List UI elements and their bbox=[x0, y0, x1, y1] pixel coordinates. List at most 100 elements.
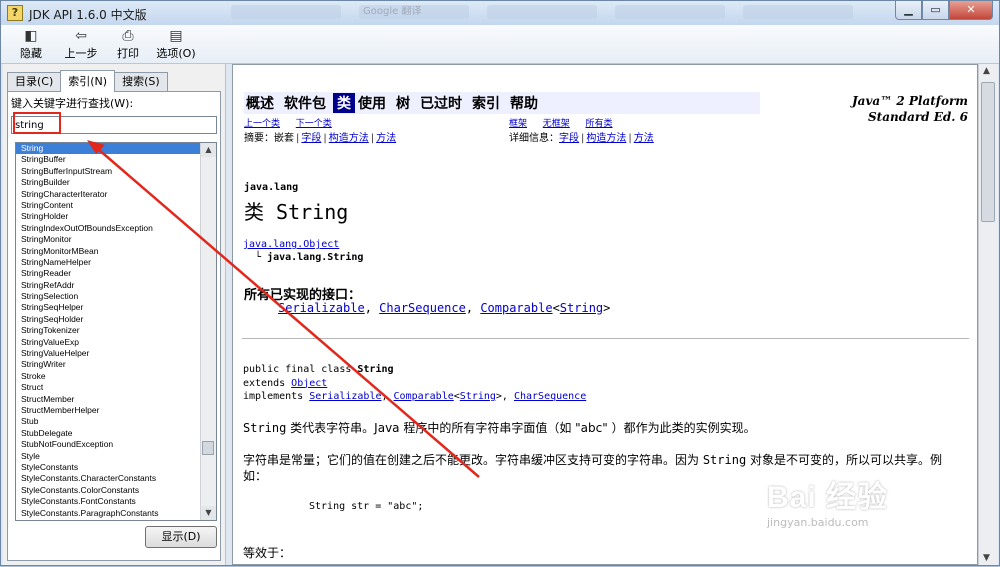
index-list-item[interactable]: StyleConstants.FontConstants bbox=[16, 496, 201, 507]
index-list-item[interactable]: StringReader bbox=[16, 268, 201, 279]
index-list-item[interactable]: StringNameHelper bbox=[16, 257, 201, 268]
index-list-item[interactable]: StringSelection bbox=[16, 291, 201, 302]
index-list-item[interactable]: StringSeqHelper bbox=[16, 302, 201, 313]
index-list-item[interactable]: StringSeqHolder bbox=[16, 314, 201, 325]
nav-overview[interactable]: 概述 bbox=[246, 93, 274, 113]
index-list-item[interactable]: StringHolder bbox=[16, 211, 201, 222]
index-list-item[interactable]: StringTokenizer bbox=[16, 325, 201, 336]
nav-use[interactable]: 使用 bbox=[358, 93, 386, 113]
maximize-button[interactable]: ▭ bbox=[922, 1, 949, 20]
display-button[interactable]: 显示(D) bbox=[145, 526, 217, 548]
summary-nested: 嵌套 bbox=[274, 133, 294, 144]
scroll-up-arrow-icon[interactable]: ▲ bbox=[201, 143, 216, 157]
minimize-button[interactable]: ▁ bbox=[895, 1, 922, 20]
index-list-item[interactable]: StringBuffer bbox=[16, 154, 201, 165]
tab-search[interactable]: 搜索(S) bbox=[114, 72, 168, 91]
implemented-interfaces-list: Serializable, CharSequence, Comparable<S… bbox=[278, 301, 611, 315]
summary-method-link[interactable]: 方法 bbox=[376, 133, 396, 144]
tab-contents[interactable]: 目录(C) bbox=[7, 72, 62, 91]
index-list-item[interactable]: StyleConstants bbox=[16, 462, 201, 473]
para2-code: String bbox=[702, 453, 747, 467]
nav-deprecated[interactable]: 已过时 bbox=[420, 93, 462, 113]
comparable-link[interactable]: Comparable bbox=[480, 301, 552, 315]
detail-field-link[interactable]: 字段 bbox=[559, 133, 579, 144]
index-list-item[interactable]: StringIndexOutOfBoundsException bbox=[16, 223, 201, 234]
decl-object-link[interactable]: Object bbox=[291, 378, 327, 389]
index-list-item[interactable]: StubNotFoundException bbox=[16, 439, 201, 450]
decl-modifiers: public final class bbox=[243, 364, 358, 375]
scroll-down-arrow-icon[interactable]: ▼ bbox=[983, 553, 990, 563]
scroll-down-arrow-icon[interactable]: ▼ bbox=[201, 506, 216, 520]
window-controls: ▁ ▭ ✕ bbox=[895, 1, 993, 20]
decl-comparable-link[interactable]: Comparable bbox=[394, 391, 454, 402]
options-button[interactable]: ▤ 选项(O) bbox=[155, 28, 197, 60]
prev-class-link[interactable]: 上一个类 bbox=[244, 119, 280, 129]
maximize-icon: ▭ bbox=[930, 3, 941, 16]
index-list-item[interactable]: String bbox=[16, 143, 201, 155]
print-button[interactable]: ⎙ 打印 bbox=[113, 28, 143, 60]
index-list-item[interactable]: StringContent bbox=[16, 200, 201, 211]
index-list-item[interactable]: StringRefAddr bbox=[16, 280, 201, 291]
frames-link[interactable]: 框架 bbox=[509, 119, 527, 129]
index-list-item[interactable]: StringCharacterIterator bbox=[16, 189, 201, 200]
detail-method-link[interactable]: 方法 bbox=[634, 133, 654, 144]
all-classes-link[interactable]: 所有类 bbox=[586, 119, 613, 129]
close-button[interactable]: ✕ bbox=[949, 1, 993, 20]
document-pane: 概述 软件包 类 使用 树 已过时 索引 帮助 Java™ 2 Platform… bbox=[232, 64, 978, 565]
navigation-pane: 目录(C) 索引(N) 搜索(S) 键入关键字进行查找(W): String St… bbox=[3, 64, 226, 565]
toolbar: ◧ 隐藏 ⇦ 上一步 ⎙ 打印 ▤ 选项(O) bbox=[1, 25, 999, 64]
next-class-link[interactable]: 下一个类 bbox=[296, 119, 332, 129]
index-list-item[interactable]: StructMember bbox=[16, 394, 201, 405]
index-list-item[interactable]: StringBufferInputStream bbox=[16, 166, 201, 177]
index-list-item[interactable]: StringValueHelper bbox=[16, 348, 201, 359]
charsequence-link[interactable]: CharSequence bbox=[379, 301, 466, 315]
close-icon: ✕ bbox=[966, 3, 976, 16]
package-name: java.lang bbox=[244, 182, 299, 193]
scroll-up-arrow-icon[interactable]: ▲ bbox=[983, 66, 990, 76]
back-button[interactable]: ⇦ 上一步 bbox=[61, 28, 101, 60]
decl-comparable-string-link[interactable]: String bbox=[460, 391, 496, 402]
index-list-item[interactable]: StructMemberHelper bbox=[16, 405, 201, 416]
tab-index[interactable]: 索引(N) bbox=[60, 70, 116, 92]
index-list-item[interactable]: StringValueExp bbox=[16, 337, 201, 348]
detail-constructor-link[interactable]: 构造方法 bbox=[586, 133, 626, 144]
index-list-item[interactable]: Stub bbox=[16, 416, 201, 427]
summary-constructor-link[interactable]: 构造方法 bbox=[329, 133, 369, 144]
para1-code: String bbox=[243, 421, 287, 435]
nav-tree[interactable]: 树 bbox=[396, 93, 410, 113]
index-list-item[interactable]: Struct bbox=[16, 382, 201, 393]
no-frames-link[interactable]: 无框架 bbox=[543, 119, 570, 129]
window-title: JDK API 1.6.0 中文版 bbox=[29, 8, 147, 22]
nav-help[interactable]: 帮助 bbox=[510, 93, 538, 113]
index-list-item[interactable]: Style bbox=[16, 451, 201, 462]
index-list-item[interactable]: StubDelegate bbox=[16, 428, 201, 439]
annotation-highlight-box bbox=[13, 112, 61, 134]
nav-tabs: 目录(C) 索引(N) 搜索(S) bbox=[7, 70, 168, 92]
index-list-item[interactable]: StringMonitorMBean bbox=[16, 246, 201, 257]
index-list-item[interactable]: Stroke bbox=[16, 371, 201, 382]
decl-charsequence-link[interactable]: CharSequence bbox=[514, 391, 586, 402]
detail-label: 详细信息： bbox=[509, 133, 559, 144]
hierarchy-parent-link[interactable]: java.lang.Object bbox=[243, 239, 339, 250]
comparable-string-link[interactable]: String bbox=[560, 301, 603, 315]
index-list[interactable]: String StringBuffer StringBufferInputStrea… bbox=[15, 142, 217, 521]
nav-index[interactable]: 索引 bbox=[472, 93, 500, 113]
document-scroll-thumb[interactable] bbox=[981, 82, 995, 222]
index-list-item[interactable]: StyleConstants.ParagraphConstants bbox=[16, 508, 201, 519]
scroll-thumb[interactable] bbox=[202, 441, 214, 455]
class-navigation: 上一个类 下一个类 bbox=[244, 116, 332, 129]
frame-links: 框架 无框架 所有类 bbox=[509, 116, 613, 129]
serializable-link[interactable]: Serializable bbox=[278, 301, 365, 315]
index-list-item[interactable]: StringMonitor bbox=[16, 234, 201, 245]
index-list-item[interactable]: StyleConstants.CharacterConstants bbox=[16, 473, 201, 484]
decl-serializable-link[interactable]: Serializable bbox=[309, 391, 381, 402]
index-list-scrollbar[interactable]: ▲ ▼ bbox=[200, 143, 216, 520]
watermark-logo: Bai 经验 bbox=[767, 481, 889, 514]
index-list-item[interactable]: StyleConstants.ColorConstants bbox=[16, 485, 201, 496]
nav-package[interactable]: 软件包 bbox=[284, 93, 326, 113]
summary-field-link[interactable]: 字段 bbox=[301, 133, 321, 144]
document-scrollbar[interactable]: ▲ ▼ bbox=[978, 64, 998, 565]
index-list-item[interactable]: StringBuilder bbox=[16, 177, 201, 188]
hide-button[interactable]: ◧ 隐藏 bbox=[13, 28, 49, 60]
index-list-item[interactable]: StringWriter bbox=[16, 359, 201, 370]
